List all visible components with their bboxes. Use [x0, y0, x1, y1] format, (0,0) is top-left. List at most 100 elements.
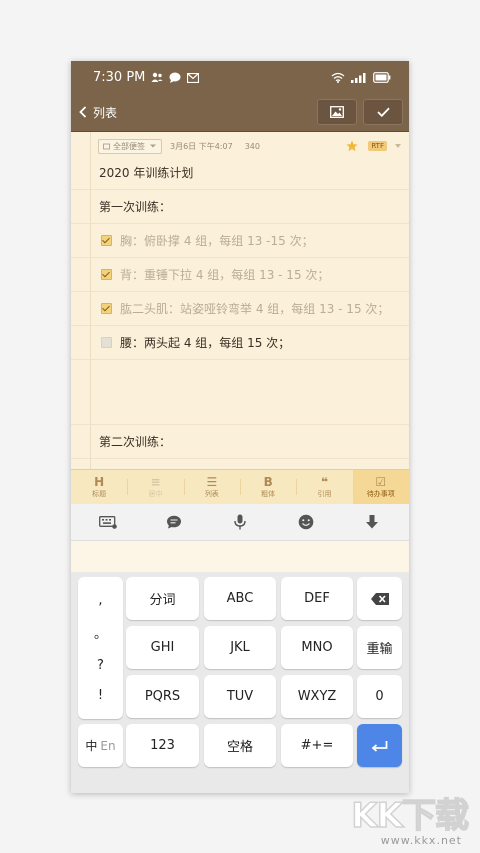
- folder-icon: [103, 143, 110, 149]
- enter-icon: [371, 740, 387, 752]
- note-line[interactable]: 2020 年训练计划: [71, 156, 409, 190]
- align-center-icon: ≡: [150, 475, 161, 489]
- checkmark-icon: [376, 107, 390, 117]
- line-text: 肱二头肌：站姿哑铃弯举 4 组，每组 13 - 15 次；: [120, 302, 390, 316]
- line-text: 2020 年训练计划: [99, 166, 194, 180]
- line-text: 腰：两头起 4 组，每组 15 次；: [120, 336, 291, 350]
- key-wxyz[interactable]: WXYZ: [281, 675, 353, 718]
- line-text: 肩：哑铃侧平举 4 组，每组 13 - 15 次；: [120, 467, 341, 469]
- format-heading-button[interactable]: H 标题: [71, 470, 127, 504]
- punct-key-question[interactable]: ?: [97, 658, 104, 673]
- note-line[interactable]: 第二次训练：: [71, 425, 409, 459]
- chevron-left-icon: [79, 106, 87, 118]
- format-label: 列表: [204, 490, 219, 498]
- char-count: 340: [244, 141, 260, 151]
- category-selector[interactable]: 全部便签: [98, 138, 162, 154]
- phone-screen: 7:30 PM 列表 全部便签 3月6日 下午4:07 340 RTF 2020…: [71, 61, 409, 793]
- format-badge[interactable]: RTF: [368, 141, 387, 151]
- back-label: 列表: [93, 105, 118, 120]
- ime-keyboard: , 。 ? ! 分词 ABC DEF GHI JKL MNO 重输 PQRS T…: [71, 572, 409, 793]
- bold-icon: B: [263, 475, 273, 489]
- note-editor[interactable]: 全部便签 3月6日 下午4:07 340 RTF 2020 年训练计划 第一次训练…: [71, 132, 409, 469]
- format-align-center-button[interactable]: ≡ 居中: [127, 470, 183, 504]
- key-tuv[interactable]: TUV: [204, 675, 276, 718]
- enter-button[interactable]: [357, 724, 402, 767]
- note-toolbar: 列表: [71, 93, 409, 132]
- keyboard-toolbar: [71, 504, 409, 541]
- battery-icon: [373, 71, 391, 83]
- punct-key-period[interactable]: 。: [94, 623, 107, 642]
- key-abc[interactable]: ABC: [204, 577, 276, 620]
- microphone-icon[interactable]: [231, 513, 249, 531]
- key-pqrs[interactable]: PQRS: [126, 675, 199, 718]
- caret-down-icon: [150, 144, 156, 148]
- lang-en-label: En: [100, 738, 116, 753]
- note-line[interactable]: 第一次训练：: [71, 190, 409, 224]
- emoticon-chat-icon[interactable]: [165, 513, 183, 531]
- contacts-icon: [151, 72, 163, 83]
- expand-icon[interactable]: [395, 144, 401, 148]
- checkbox-checked-icon[interactable]: [101, 235, 112, 246]
- space-key[interactable]: 空格: [204, 724, 276, 767]
- back-button[interactable]: 列表: [79, 104, 117, 121]
- todo-item[interactable]: 肱二头肌：站姿哑铃弯举 4 组，每组 13 - 15 次；: [71, 292, 409, 326]
- key-ghi[interactable]: GHI: [126, 626, 199, 669]
- checkbox-checked-icon[interactable]: [101, 303, 112, 314]
- note-line[interactable]: [71, 360, 409, 425]
- key-jkl[interactable]: JKL: [204, 626, 276, 669]
- watermark: KK下载 www.kkx.net: [351, 796, 470, 847]
- line-text: 胸：俯卧撑 4 组，每组 13 -15 次；: [120, 234, 314, 248]
- format-bold-button[interactable]: B 粗体: [239, 470, 296, 504]
- format-bar: H 标题 ≡ 居中 ☰ 列表 B 粗体 ❝ 引用 ☑ 待办事项: [71, 469, 409, 504]
- status-bar: 7:30 PM: [71, 61, 409, 93]
- format-quote-button[interactable]: ❝ 引用: [296, 470, 352, 504]
- todo-item[interactable]: 胸：俯卧撑 4 组，每组 13 -15 次；: [71, 224, 409, 258]
- language-switch-key[interactable]: 中 En: [78, 724, 123, 767]
- format-label: 标题: [92, 490, 107, 498]
- key-numbers[interactable]: 123: [126, 724, 199, 767]
- line-text: 第二次训练：: [99, 435, 172, 449]
- mail-icon: [187, 72, 200, 83]
- key-def[interactable]: DEF: [281, 577, 353, 620]
- punct-key-exclaim[interactable]: !: [98, 688, 103, 703]
- format-label: 粗体: [261, 490, 276, 498]
- punct-key-comma[interactable]: ,: [98, 593, 102, 608]
- lang-cn-label: 中: [85, 739, 98, 753]
- todo-item[interactable]: 背：重锤下拉 4 组，每组 13 - 15 次；: [71, 258, 409, 292]
- note-lines[interactable]: 2020 年训练计划 第一次训练： 胸：俯卧撑 4 组，每组 13 -15 次； 背：…: [71, 156, 409, 469]
- emoji-icon[interactable]: [297, 513, 315, 531]
- key-fenci[interactable]: 分词: [126, 577, 199, 620]
- format-label: 待办事项: [366, 490, 395, 498]
- key-mno[interactable]: MNO: [281, 626, 353, 669]
- watermark-logo: KK下载: [351, 796, 470, 836]
- key-symbols[interactable]: #+=: [281, 724, 353, 767]
- format-list-button[interactable]: ☰ 列表: [183, 470, 240, 504]
- signal-icon: [351, 72, 367, 83]
- status-time: 7:30 PM: [93, 69, 146, 85]
- todo-icon: ☑: [375, 475, 387, 489]
- punctuation-column[interactable]: , 。 ? !: [78, 577, 123, 719]
- watermark-url: www.kkx.net: [380, 834, 462, 847]
- keyboard-settings-icon[interactable]: [99, 513, 117, 531]
- list-icon: ☰: [206, 475, 218, 489]
- heading-icon: H: [94, 475, 105, 489]
- backspace-button[interactable]: [357, 577, 402, 620]
- key-zero[interactable]: 0: [357, 675, 402, 718]
- line-text: 第一次训练：: [99, 200, 172, 214]
- todo-item[interactable]: 肩：哑铃侧平举 4 组，每组 13 - 15 次；: [71, 459, 409, 469]
- wifi-icon: [331, 72, 345, 83]
- key-reset[interactable]: 重输: [357, 626, 402, 669]
- chat-icon: [169, 72, 181, 83]
- checkbox-unchecked-icon[interactable]: [101, 337, 112, 348]
- done-button[interactable]: [363, 99, 403, 125]
- note-meta: 全部便签 3月6日 下午4:07 340 RTF: [98, 138, 401, 154]
- line-text: 背：重锤下拉 4 组，每组 13 - 15 次；: [120, 268, 330, 282]
- note-date: 3月6日 下午4:07: [170, 141, 233, 151]
- star-icon[interactable]: [346, 140, 358, 152]
- todo-item[interactable]: 腰：两头起 4 组，每组 15 次；: [71, 326, 409, 360]
- backspace-icon: [370, 592, 389, 605]
- insert-image-button[interactable]: [317, 99, 357, 125]
- format-todo-button[interactable]: ☑ 待办事项: [352, 470, 409, 504]
- checkbox-checked-icon[interactable]: [101, 269, 112, 280]
- hide-keyboard-icon[interactable]: [363, 513, 381, 531]
